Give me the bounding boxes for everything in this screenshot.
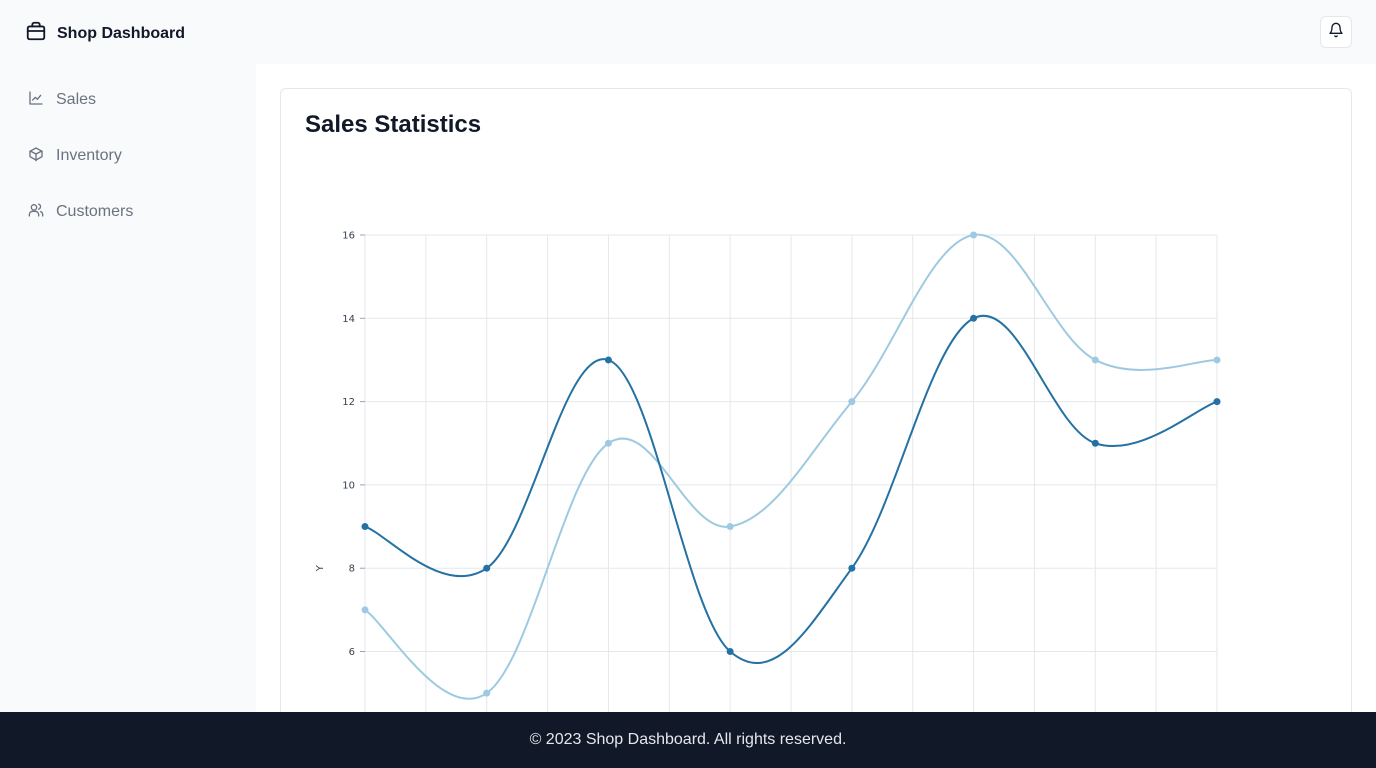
data-point bbox=[1091, 356, 1099, 364]
data-point bbox=[970, 314, 978, 322]
sidebar-item-label: Inventory bbox=[56, 147, 122, 164]
y-tick-label: 16 bbox=[342, 231, 355, 242]
sidebar-item-sales[interactable]: Sales bbox=[28, 88, 96, 112]
data-point bbox=[726, 648, 734, 655]
y-tick-label: 6 bbox=[349, 647, 355, 658]
y-tick-label: 10 bbox=[342, 480, 355, 491]
y-axis-label: Y bbox=[315, 564, 326, 572]
footer: © 2023 Shop Dashboard. All rights reserv… bbox=[0, 712, 1376, 768]
footer-copyright: © 2023 Shop Dashboard. All rights reserv… bbox=[529, 731, 847, 748]
notifications-button[interactable] bbox=[1320, 16, 1352, 48]
data-point bbox=[970, 231, 978, 239]
main-content: Sales Statistics 6 8 10 12 14 16 Y bbox=[256, 64, 1376, 712]
data-point bbox=[848, 564, 856, 572]
data-point bbox=[361, 606, 369, 614]
y-tick-label: 12 bbox=[342, 397, 355, 408]
bell-icon bbox=[1328, 22, 1344, 43]
sales-statistics-card: Sales Statistics 6 8 10 12 14 16 Y bbox=[280, 88, 1352, 712]
sidebar-item-inventory[interactable]: Inventory bbox=[28, 144, 122, 168]
data-point bbox=[1091, 439, 1099, 447]
sidebar-item-customers[interactable]: Customers bbox=[28, 200, 133, 224]
store-icon bbox=[25, 20, 47, 47]
y-tick-label: 14 bbox=[342, 314, 355, 325]
top-bar: Shop Dashboard bbox=[0, 0, 1376, 64]
box-icon bbox=[28, 146, 44, 167]
data-point bbox=[726, 523, 734, 531]
y-tick-label: 8 bbox=[349, 564, 355, 575]
data-point bbox=[604, 356, 612, 364]
sidebar: Sales Inventory Customers bbox=[0, 64, 256, 712]
brand[interactable]: Shop Dashboard bbox=[25, 20, 185, 47]
data-point bbox=[361, 523, 369, 531]
data-point bbox=[1213, 356, 1221, 364]
sidebar-item-label: Customers bbox=[56, 203, 134, 220]
data-point bbox=[483, 564, 491, 572]
data-point bbox=[848, 398, 856, 406]
brand-name: Shop Dashboard bbox=[57, 24, 186, 42]
sales-line-chart: 6 8 10 12 14 16 Y bbox=[315, 231, 1221, 712]
data-point bbox=[604, 439, 612, 447]
data-point bbox=[483, 689, 491, 697]
sidebar-item-label: Sales bbox=[56, 91, 97, 108]
data-point bbox=[1213, 398, 1221, 406]
users-icon bbox=[28, 202, 44, 223]
chart-line-icon bbox=[28, 90, 44, 111]
